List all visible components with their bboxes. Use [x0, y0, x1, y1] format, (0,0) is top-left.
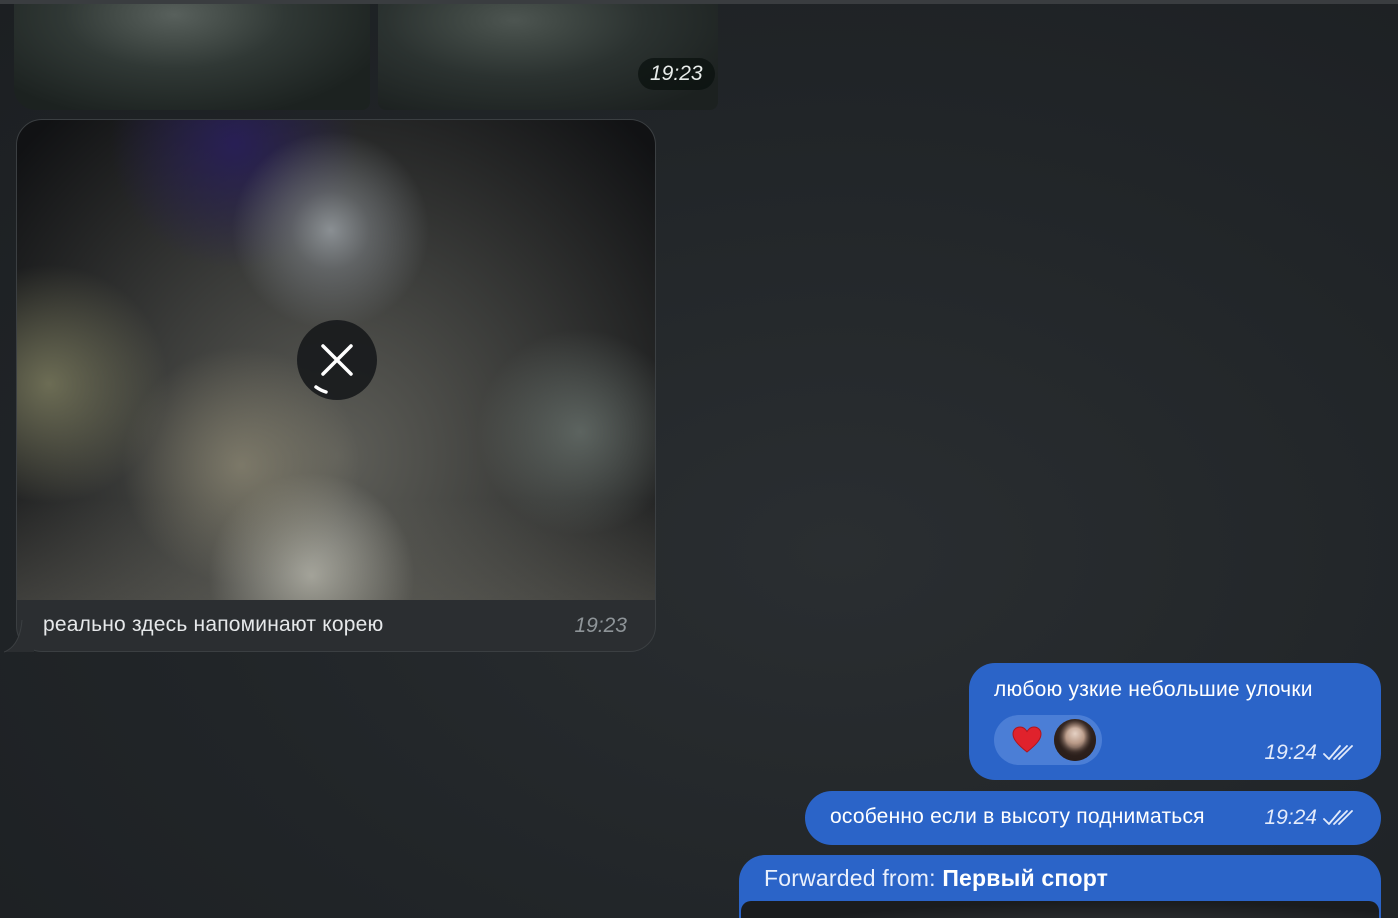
incoming-photo-message[interactable]: реально здесь напоминают корею 19:23 [16, 119, 656, 652]
bubble-tail [4, 620, 34, 653]
message-time: 19:24 [1264, 741, 1317, 764]
forwarded-media[interactable] [741, 901, 1379, 918]
media-tile-left[interactable] [14, 4, 370, 110]
outgoing-message[interactable]: любою узкие небольшие улочки 19:24 [969, 663, 1381, 780]
forward-source[interactable]: Первый спорт [942, 865, 1108, 891]
cancel-download-button[interactable] [297, 320, 377, 400]
message-meta: 19:24 [1264, 741, 1353, 765]
photo-caption: реально здесь напоминают корею [43, 613, 384, 636]
forward-label: Forwarded from: [764, 865, 943, 891]
media-time: 19:23 [638, 58, 715, 90]
heart-icon [1012, 726, 1042, 753]
message-time: 19:24 [1264, 806, 1317, 829]
reaction-badge[interactable] [994, 715, 1102, 765]
photo-shade [17, 500, 655, 600]
photo-preview[interactable] [17, 120, 655, 600]
avatar[interactable] [1054, 719, 1096, 761]
forwarded-header[interactable]: Forwarded from: Первый спорт [764, 865, 1108, 892]
message-time: 19:23 [574, 614, 627, 637]
message-text: особенно если в высоту подниматься [830, 805, 1205, 828]
message-meta: 19:24 [1264, 806, 1353, 830]
message-text: любою узкие небольшие улочки [994, 678, 1313, 701]
chat-history: 19:23 реально здесь напоминают корею 19:… [0, 0, 1398, 918]
outgoing-message[interactable]: особенно если в высоту подниматься 19:24 [805, 791, 1381, 845]
forwarded-message[interactable]: Forwarded from: Первый спорт [739, 855, 1381, 918]
media-tile-right[interactable] [378, 4, 718, 110]
avatar-hair [1054, 719, 1096, 761]
close-icon [314, 344, 353, 394]
double-check-icon [1323, 745, 1353, 760]
double-check-icon [1323, 810, 1353, 825]
